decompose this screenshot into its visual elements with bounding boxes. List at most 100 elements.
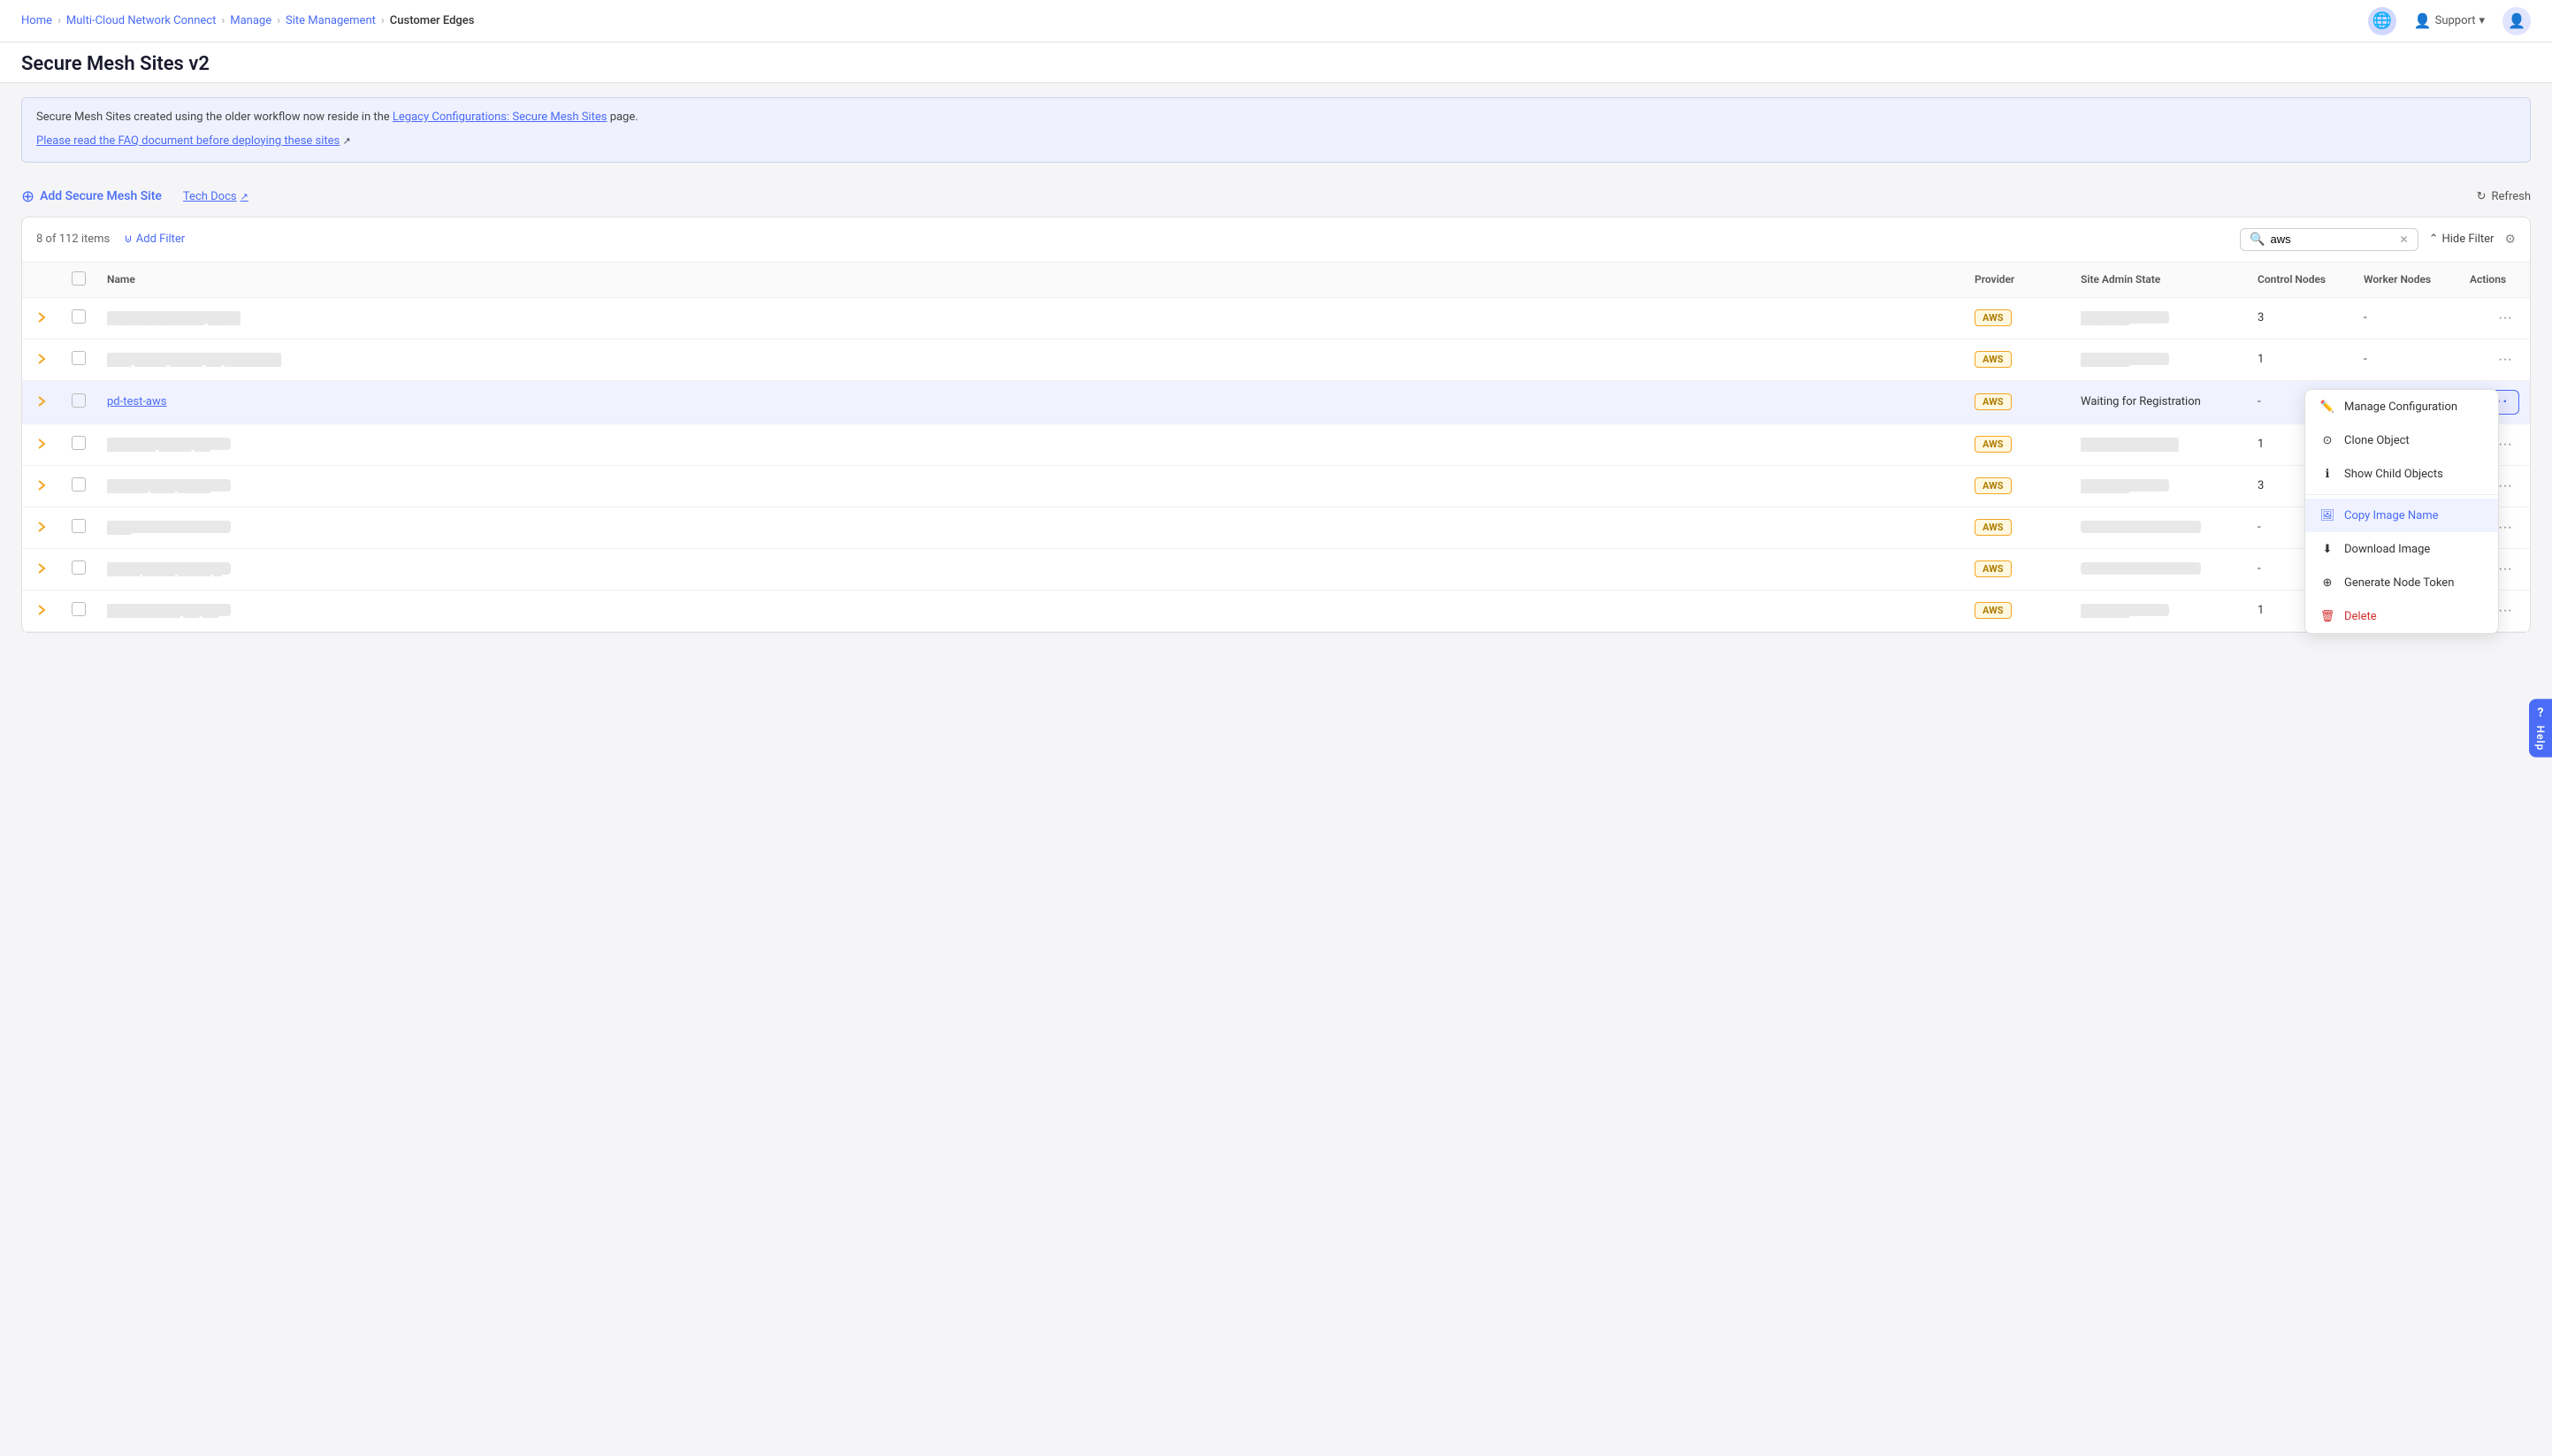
info-banner: Secure Mesh Sites created using the olde… (21, 97, 2531, 163)
col-header-actions: Actions (2459, 263, 2530, 298)
expand-icon[interactable] (33, 309, 50, 326)
state-cell: ██████ (2081, 479, 2169, 492)
help-tab[interactable]: ? Help (2529, 698, 2552, 758)
breadcrumb-manage[interactable]: Manage (230, 14, 271, 27)
hide-filter-icon: ⌃ (2429, 233, 2439, 246)
name-cell: ██████ ████ ██ (107, 438, 231, 450)
context-menu-item-clone-object[interactable]: ⊙ Clone Object (2305, 423, 2498, 457)
name-cell: █████ ███ ████ (107, 479, 231, 492)
control-nodes-cell: 1 (2247, 339, 2353, 380)
add-secure-mesh-site-button[interactable]: ⊕ Add Secure Mesh Site (21, 187, 162, 206)
row-checkbox[interactable] (72, 351, 86, 365)
breadcrumb-site-management[interactable]: Site Management (286, 14, 376, 27)
main-content-card: 8 of 112 items ⊍ Add Filter 🔍 ✕ ⌃ Hide F… (21, 217, 2531, 633)
menu-item-label: Manage Configuration (2344, 400, 2457, 414)
tech-docs-link[interactable]: Tech Docs ↗ (183, 190, 248, 203)
table-body: ████████████ ████AWS██████3-··· ███ ████… (22, 297, 2530, 631)
search-box: 🔍 ✕ (2240, 228, 2418, 251)
row-checkbox[interactable] (72, 436, 86, 450)
context-menu-item-manage-config[interactable]: ✏️ Manage Configuration (2305, 390, 2498, 423)
context-menu-item-delete[interactable]: 🗑 Delete (2305, 599, 2498, 633)
name-link[interactable]: pd-test-aws (107, 395, 166, 408)
context-menu-item-download-image[interactable]: ⬇ Download Image (2305, 532, 2498, 566)
top-nav: Home › Multi-Cloud Network Connect › Man… (0, 0, 2552, 42)
breadcrumb-home[interactable]: Home (21, 14, 52, 27)
menu-item-label: Delete (2344, 610, 2377, 623)
data-table: Name Provider Site Admin State Control N… (22, 263, 2530, 632)
row-checkbox[interactable] (72, 309, 86, 324)
col-header-worker: Worker Nodes (2353, 263, 2459, 298)
col-header-provider: Provider (1964, 263, 2070, 298)
name-cell: ████████████ ████ (107, 311, 241, 324)
faq-link[interactable]: Please read the FAQ document before depl… (36, 134, 340, 148)
expand-icon[interactable] (33, 350, 50, 368)
select-all-checkbox[interactable] (72, 271, 86, 286)
provider-badge: AWS (1975, 519, 2012, 536)
plus-icon: ⊕ (21, 187, 34, 206)
col-header-name: Name (96, 263, 1964, 298)
context-menu-item-copy-image-name[interactable]: 🖼 Copy Image Name (2305, 499, 2498, 532)
provider-badge: AWS (1975, 351, 2012, 368)
state-cell: Waiting for Registration (2081, 521, 2201, 533)
search-clear-button[interactable]: ✕ (2400, 233, 2409, 246)
row-checkbox[interactable] (72, 393, 86, 408)
search-input[interactable] (2271, 233, 2395, 246)
legacy-configs-link[interactable]: Legacy Configurations: Secure Mesh Sites (393, 111, 607, 124)
table-row: ███ ████ ████ ██ ███████AWS██████1-··· (22, 339, 2530, 380)
breadcrumb-multicloud[interactable]: Multi-Cloud Network Connect (66, 14, 216, 27)
row-checkbox[interactable] (72, 519, 86, 533)
actions-dots-button[interactable]: ··· (2491, 348, 2519, 371)
menu-item-label: Copy Image Name (2344, 509, 2439, 522)
banner-line1: Secure Mesh Sites created using the olde… (36, 109, 2516, 127)
support-icon: 👤 (2414, 12, 2432, 29)
expand-icon[interactable] (33, 476, 50, 494)
col-header-check (61, 263, 96, 298)
cloud-icon: 🌐 (2368, 7, 2396, 35)
refresh-button[interactable]: ↻ Refresh (2477, 190, 2531, 203)
support-label: Support (2435, 14, 2476, 27)
help-label: Help (2534, 725, 2547, 751)
col-header-state: Site Admin State (2070, 263, 2247, 298)
expand-icon[interactable] (33, 393, 50, 410)
row-checkbox[interactable] (72, 602, 86, 616)
breadcrumb: Home › Multi-Cloud Network Connect › Man… (21, 14, 474, 27)
state-cell: ██████ (2081, 353, 2169, 365)
settings-icon[interactable]: ⚙ (2504, 233, 2516, 247)
actions-dots-button[interactable]: ··· (2491, 307, 2519, 330)
hide-filter-label: Hide Filter (2441, 233, 2494, 246)
row-checkbox[interactable] (72, 560, 86, 575)
provider-badge: AWS (1975, 309, 2012, 326)
add-filter-button[interactable]: ⊍ Add Filter (124, 233, 185, 246)
provider-badge: AWS (1975, 477, 2012, 494)
table-row: ██████ ████ ██AWS████████████1-··· (22, 423, 2530, 465)
expand-icon[interactable] (33, 601, 50, 619)
add-label: Add Secure Mesh Site (40, 189, 162, 203)
menu-item-label: Generate Node Token (2344, 576, 2454, 590)
hide-filter-button[interactable]: ⌃ Hide Filter (2429, 233, 2495, 246)
page-header: Secure Mesh Sites v2 (0, 42, 2552, 83)
table-row: ████ ████ ████ █AWSWaiting for Registrat… (22, 548, 2530, 590)
add-filter-label: Add Filter (136, 233, 185, 246)
trash-icon: 🗑 (2319, 608, 2335, 624)
info-icon: ℹ (2319, 466, 2335, 482)
state-cell: ████████████ (2081, 438, 2179, 450)
row-checkbox[interactable] (72, 477, 86, 492)
expand-icon[interactable] (33, 560, 50, 577)
expand-icon[interactable] (33, 435, 50, 453)
table-row: █████████ ██ ██AWS██████1-··· (22, 590, 2530, 631)
tech-docs-label: Tech Docs (183, 190, 237, 203)
context-menu-item-generate-token[interactable]: ⊕ Generate Node Token (2305, 566, 2498, 599)
table-row: █████ ███ ████AWS██████31··· (22, 465, 2530, 507)
expand-icon[interactable] (33, 518, 50, 536)
col-header-control: Control Nodes (2247, 263, 2353, 298)
context-menu-item-show-children[interactable]: ℹ Show Child Objects (2305, 457, 2498, 491)
name-cell: ████ ████ ████ █ (107, 562, 231, 575)
support-button[interactable]: 👤 Support ▾ (2414, 12, 2485, 29)
support-chevron-icon: ▾ (2479, 14, 2485, 27)
provider-badge: AWS (1975, 560, 2012, 577)
image-icon: 🖼 (2319, 507, 2335, 523)
context-menu: ✏️ Manage Configuration⊙ Clone Objectℹ S… (2304, 389, 2499, 634)
items-count: 8 of 112 items (36, 233, 110, 246)
name-cell: ███ ████ ████ ██ ███████ (107, 353, 281, 365)
user-avatar[interactable]: 👤 (2502, 7, 2531, 35)
